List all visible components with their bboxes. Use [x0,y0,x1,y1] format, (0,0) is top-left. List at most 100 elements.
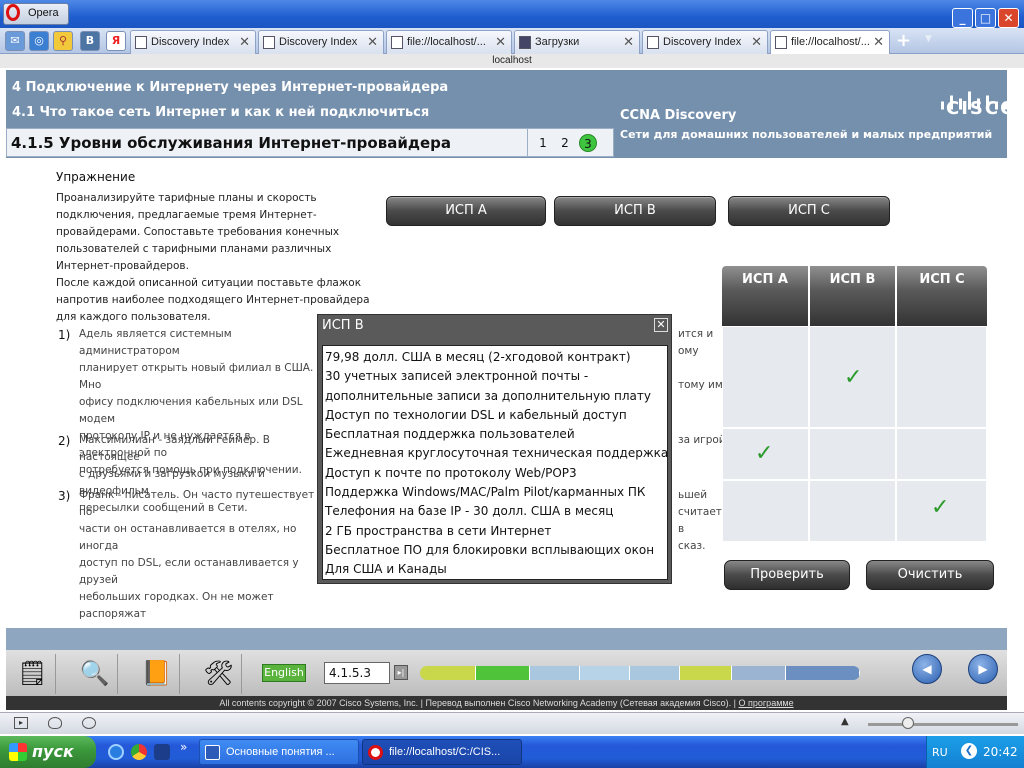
task-word-document[interactable]: Основные понятия ... [199,739,359,765]
zoom-slider-handle[interactable] [902,717,914,729]
plan-line: Доступ по технологии DSL и кабельный дос… [325,407,627,422]
grid-cell-1-b[interactable]: ✓ [809,326,896,428]
progress-segment[interactable] [630,666,680,680]
forward-arrow-icon[interactable]: ▶ [968,654,998,684]
progress-segment[interactable] [680,666,732,680]
progress-segment[interactable] [420,666,476,680]
chapter-title: 4 Подключение к Интернету через Интернет… [12,80,449,95]
tab-close-icon[interactable]: ✕ [239,34,250,50]
quicklaunch-more-icon[interactable]: » [180,740,187,754]
isp-b-button[interactable]: ИСП B [554,196,716,226]
tab-discovery-index-3[interactable]: Discovery Index ✕ [642,30,768,54]
panel-toggle-icon[interactable]: ▸ [14,717,28,729]
tab-close-icon[interactable]: ✕ [751,34,762,50]
answer-grid: ИСП A ИСП B ИСП C ✓ ✓ ✓ [722,266,987,542]
tab-label: Загрузки [535,36,580,48]
progress-segment[interactable] [476,666,530,680]
ie-icon[interactable] [108,744,124,760]
tab-downloads[interactable]: Загрузки ✕ [514,30,640,54]
media-icon[interactable] [154,744,170,760]
scenario-line: планирует открыть новый филиал в США. Мн… [79,362,314,391]
yandex-icon[interactable]: Я [106,31,126,51]
scenario-2-number: 2) [58,434,71,448]
plan-line: дополнительные записи за дополнительную … [325,388,651,403]
tab-close-icon[interactable]: ✕ [367,34,378,50]
search-icon[interactable]: ⚲ [53,31,73,51]
page-3-button[interactable]: 3 [579,134,597,152]
back-arrow-icon[interactable]: ◀ [912,654,942,684]
grid-cell-1-a[interactable] [722,326,809,428]
grid-cell-3-a[interactable] [722,480,809,542]
plan-line: Ежедневная круглосуточная техническая по… [325,446,669,461]
go-to-page-button[interactable]: ▸| [394,665,408,680]
grid-header-isp-b: ИСП B [810,266,895,326]
progress-segment[interactable] [530,666,580,680]
notes-icon[interactable]: 🗒 [10,654,56,694]
unite-cloud-icon[interactable] [48,717,62,729]
tab-close-icon[interactable]: ✕ [623,34,634,50]
grid-header-isp-c: ИСП C [897,266,987,326]
check-icon: ✓ [755,441,774,466]
grid-cell-3-c[interactable]: ✓ [896,480,987,542]
tools-icon[interactable]: 🛠 [196,654,242,694]
course-progress-bar[interactable] [420,666,860,680]
page-1-button[interactable]: 1 [534,134,552,152]
grid-header-isp-a: ИСП A [722,266,808,326]
scenario-3-tail-1: ьшей [678,489,708,501]
tab-close-icon[interactable]: ✕ [495,34,506,50]
tab-menu-chevron-icon[interactable]: ▼ [925,34,932,44]
book-icon[interactable]: 📙 [134,654,180,694]
search-icon[interactable]: 🔍 [72,654,118,694]
page-number-input[interactable]: 4.1.5.3 [324,662,390,684]
popup-close-icon[interactable]: ✕ [654,318,668,332]
close-icon[interactable]: ✕ [998,8,1019,28]
course-subtitle: Сети для домашних пользователей и малых … [620,128,993,141]
zoom-slider-track[interactable] [868,723,1018,726]
mail-icon[interactable]: ✉ [5,31,25,51]
add-tab-button[interactable]: + [896,30,911,51]
language-indicator[interactable]: RU [932,746,948,759]
tab-discovery-index-2[interactable]: Discovery Index ✕ [258,30,384,54]
grid-cell-3-b[interactable] [809,480,896,542]
tab-close-icon[interactable]: ✕ [873,34,884,50]
chrome-icon[interactable] [131,744,147,760]
isp-a-button[interactable]: ИСП A [386,196,546,226]
opera-speed-dial-icon[interactable]: ◎ [29,31,49,51]
copyright-footer: All contents copyright © 2007 Cisco Syst… [6,696,1007,710]
scenario-3-tail-3: в [678,523,685,535]
grid-cell-2-b[interactable] [809,428,896,480]
scenario-1-tail-1: ится и [678,328,714,340]
progress-segment[interactable] [786,666,860,680]
task-opera-browser[interactable]: file://localhost/C:/CIS... [362,739,522,765]
address-strip[interactable]: localhost [0,54,1024,68]
progress-segment[interactable] [580,666,630,680]
clear-button[interactable]: Очистить [866,560,994,590]
scenario-line: Адель является системным администратором [79,328,232,357]
turbo-gauge-icon[interactable] [82,717,96,729]
tab-label: Discovery Index [663,36,742,48]
opera-menu-label: Opera [28,7,59,19]
tab-discovery-index-1[interactable]: Discovery Index ✕ [130,30,256,54]
grid-cell-2-a[interactable]: ✓ [722,428,809,480]
language-button[interactable]: English [262,664,306,682]
tab-file-localhost-active[interactable]: file://localhost/... ✕ [770,30,890,54]
tab-file-localhost-1[interactable]: file://localhost/... ✕ [386,30,512,54]
minimize-icon[interactable]: _ [952,8,973,28]
plan-line: Телефония на базе IP - 30 долл. США в ме… [325,504,614,519]
grid-cell-1-c[interactable] [896,326,987,428]
check-button[interactable]: Проверить [724,560,850,590]
vk-icon[interactable]: B [80,31,100,51]
progress-segment[interactable] [732,666,786,680]
tab-label: Discovery Index [151,36,230,48]
isp-c-button[interactable]: ИСП C [728,196,890,226]
maximize-icon[interactable]: □ [975,8,996,28]
page-2-button[interactable]: 2 [556,134,574,152]
page-title-bar: 4.1.5 Уровни обслуживания Интернет-прова… [6,128,614,157]
about-link[interactable]: О программе [739,698,794,708]
scenario-line: офису подключения кабельных или DSL моде… [79,396,303,425]
tray-arrow-icon[interactable]: ❮ [961,743,977,759]
zoom-menu-icon[interactable]: ▲ [841,716,849,727]
grid-cell-2-c[interactable] [896,428,987,480]
opera-logo-icon [6,4,20,21]
exercise-intro: Проанализируйте тарифные планы и скорост… [56,190,371,326]
